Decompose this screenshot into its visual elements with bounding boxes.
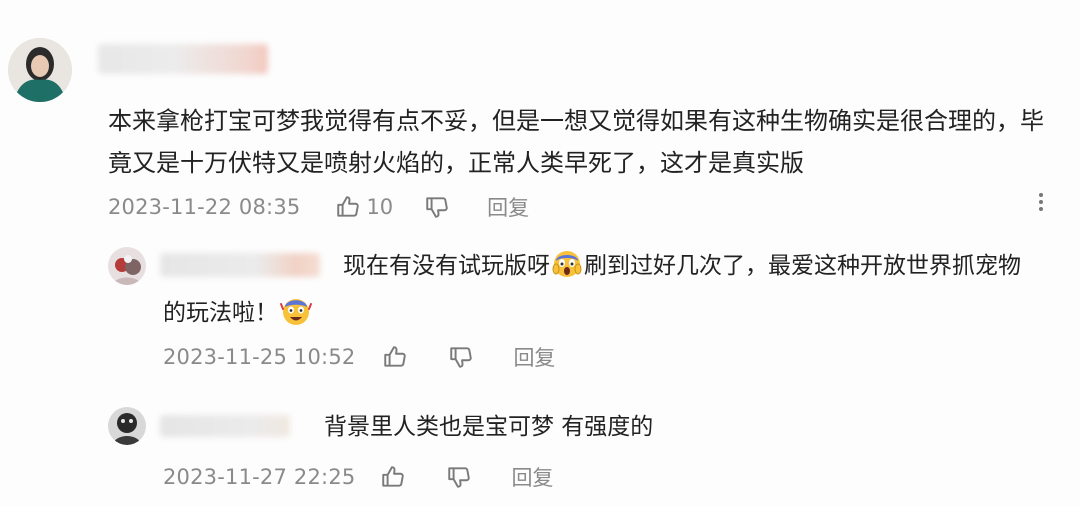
commenter-avatar[interactable] — [8, 38, 72, 102]
commenter-username[interactable] — [98, 44, 268, 74]
reply-meta: 2023-11-25 10:52 回复 — [163, 343, 555, 371]
reply-avatar[interactable] — [108, 247, 146, 285]
dislike-icon[interactable] — [423, 193, 451, 221]
reply-timestamp: 2023-11-25 10:52 — [163, 345, 356, 369]
dislike-icon[interactable] — [447, 343, 475, 371]
reply-text-line2: 的玩法啦！ — [163, 292, 314, 334]
reply-text: 现在有没有试玩版呀 刷到过好几次了，最爱这种开放世界抓宠物 — [343, 245, 1078, 287]
reply-button[interactable]: 回复 — [513, 342, 555, 372]
comment-timestamp: 2023-11-22 08:35 — [108, 195, 301, 219]
reply-button[interactable]: 回复 — [487, 192, 529, 222]
reply-text: 背景里人类也是宝可梦 有强度的 — [324, 406, 653, 448]
comment-text: 本来拿枪打宝可梦我觉得有点不妥，但是一想又觉得如果有这种生物确实是很合理的，毕 … — [108, 100, 1078, 184]
reply-username[interactable] — [160, 253, 320, 277]
reply-text-part1: 现在有没有试玩版呀 — [343, 253, 550, 279]
comment-meta: 2023-11-22 08:35 10 回复 — [108, 193, 529, 221]
reply-text-content: 背景里人类也是宝可梦 有强度的 — [324, 414, 654, 440]
reply-text-part2: 刷到过好几次了，最爱这种开放世界抓宠物 — [584, 253, 1021, 279]
scream-emoji-icon — [552, 249, 582, 279]
reply-text-line2-content: 的玩法啦！ — [163, 300, 278, 326]
like-icon[interactable] — [379, 463, 407, 491]
dislike-icon[interactable] — [445, 463, 473, 491]
like-icon[interactable] — [334, 193, 362, 221]
reply-meta: 2023-11-27 22:25 回复 — [163, 463, 553, 491]
comment-text-line1: 本来拿枪打宝可梦我觉得有点不妥，但是一想又觉得如果有这种生物确实是很合理的，毕 — [108, 107, 1044, 135]
shocked-emoji-icon — [280, 295, 312, 327]
reply-timestamp: 2023-11-27 22:25 — [163, 465, 356, 489]
more-vertical-icon[interactable] — [1033, 190, 1049, 216]
comment-text-line2: 竟又是十万伏特又是喷射火焰的，正常人类早死了，这才是真实版 — [108, 149, 804, 177]
reply-button[interactable]: 回复 — [511, 462, 553, 492]
like-count: 10 — [366, 195, 394, 219]
like-icon[interactable] — [381, 343, 409, 371]
reply-username[interactable] — [160, 415, 290, 437]
reply-avatar[interactable] — [108, 407, 146, 445]
